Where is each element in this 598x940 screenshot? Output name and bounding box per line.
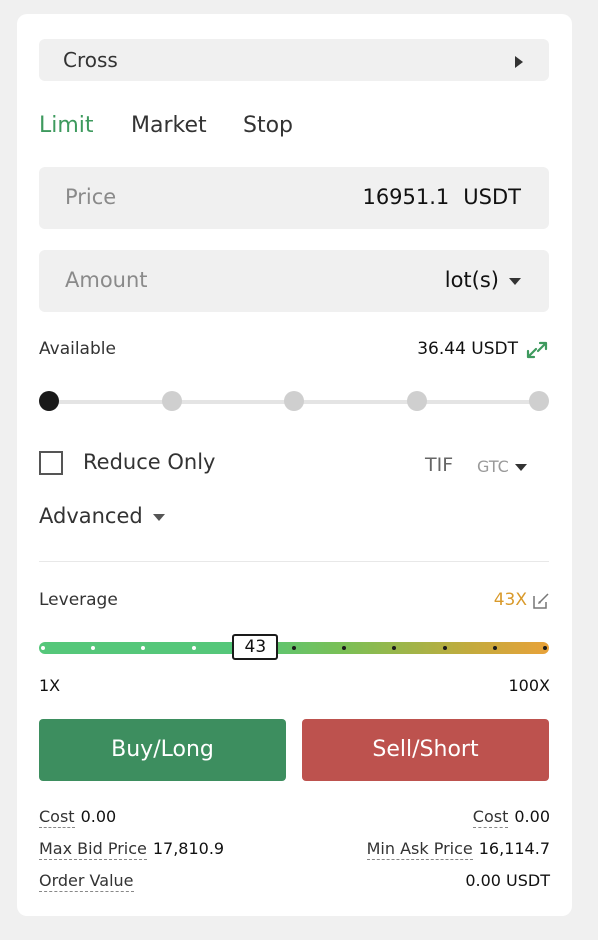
leverage-tick: [543, 646, 547, 650]
leverage-min-label: 1X: [39, 676, 61, 695]
leverage-tick: [442, 646, 447, 650]
chevron-right-icon: [515, 56, 523, 68]
tab-limit[interactable]: Limit: [39, 113, 94, 138]
caret-down-icon: [152, 513, 165, 521]
leverage-tick: [292, 646, 296, 650]
tif-select[interactable]: GTC: [477, 457, 527, 476]
margin-mode-label: Cross: [63, 48, 118, 72]
order-value-label: Order Value: [39, 871, 134, 892]
max-bid-value: 17,810.9: [152, 839, 225, 858]
amount-placeholder: Amount: [65, 268, 148, 292]
order-value-value: 0.00 USDT: [465, 871, 550, 890]
tab-stop[interactable]: Stop: [243, 113, 293, 138]
leverage-tick: [41, 646, 45, 650]
cost-left-value: 0.00: [80, 807, 117, 826]
tif-value: GTC: [477, 457, 509, 476]
advanced-toggle[interactable]: Advanced: [39, 504, 165, 528]
amount-slider-step[interactable]: [529, 391, 549, 411]
price-value-wrap: 16951.1 USDT: [362, 185, 521, 209]
amount-slider-step[interactable]: [406, 391, 427, 411]
divider: [39, 561, 549, 562]
cost-right-value: 0.00: [514, 807, 550, 826]
amount-unit-selector[interactable]: lot(s): [445, 268, 521, 292]
advanced-label: Advanced: [39, 504, 143, 528]
amount-unit: lot(s): [444, 268, 499, 292]
leverage-max-label: 100X: [508, 676, 551, 695]
amount-input[interactable]: Amount lot(s): [39, 250, 549, 312]
reduce-only-label: Reduce Only: [83, 450, 216, 474]
price-placeholder: Price: [65, 185, 117, 209]
min-ask-label: Min Ask Price: [366, 839, 473, 860]
available-label: Available: [39, 339, 116, 359]
price-value: 16951.1: [362, 185, 450, 209]
min-ask-value: 16,114.7: [478, 839, 550, 858]
leverage-slider-handle[interactable]: 43: [232, 634, 279, 660]
buy-long-button[interactable]: Buy/Long: [39, 719, 286, 781]
available-value: 36.44 USDT: [417, 339, 518, 359]
cost-right: Cost 0.00: [472, 807, 550, 828]
sell-short-button[interactable]: Sell/Short: [302, 719, 549, 781]
margin-mode-selector[interactable]: Cross: [39, 39, 549, 81]
price-input[interactable]: Price 16951.1 USDT: [39, 167, 549, 229]
cost-left-label: Cost: [39, 807, 75, 828]
leverage-value[interactable]: 43X: [494, 590, 527, 610]
leverage-label: Leverage: [39, 590, 118, 610]
order-value: Order Value: [39, 871, 134, 892]
tif-label: TIF: [425, 454, 454, 476]
amount-slider-step[interactable]: [161, 391, 182, 411]
price-unit: USDT: [463, 185, 521, 209]
tab-market[interactable]: Market: [131, 113, 207, 138]
max-bid-label: Max Bid Price: [39, 839, 147, 860]
cost-left: Cost 0.00: [39, 807, 117, 828]
caret-down-icon: [514, 464, 527, 471]
edit-icon[interactable]: [532, 592, 550, 610]
order-panel: Cross Limit Market Stop Price 16951.1 USD…: [17, 14, 572, 916]
amount-slider-step[interactable]: [39, 391, 59, 411]
min-ask-price: Min Ask Price 16,114.7: [366, 839, 550, 860]
order-value-amount: 0.00 USDT: [465, 871, 550, 890]
caret-down-icon: [509, 277, 521, 285]
reduce-only-checkbox[interactable]: [39, 451, 63, 475]
amount-slider-step[interactable]: [284, 391, 304, 411]
leverage-tick: [492, 646, 497, 650]
transfer-icon[interactable]: [524, 340, 550, 360]
cost-right-label: Cost: [472, 807, 509, 828]
max-bid-price: Max Bid Price 17,810.9: [39, 839, 225, 860]
leverage-tick: [191, 646, 196, 650]
